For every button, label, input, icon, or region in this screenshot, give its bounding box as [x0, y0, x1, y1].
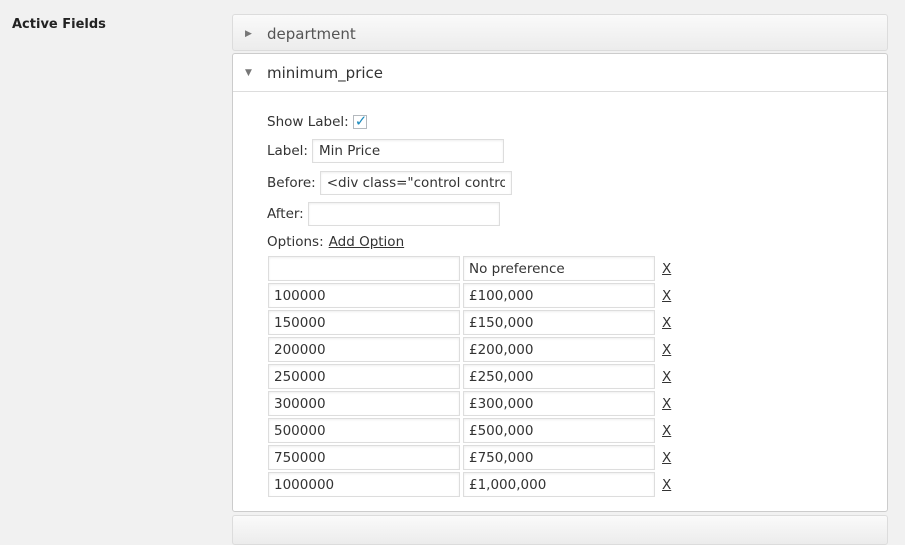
remove-option-button[interactable]: X	[662, 396, 671, 412]
before-input[interactable]	[319, 171, 512, 195]
after-input[interactable]	[307, 202, 500, 226]
panel-next-collapsed[interactable]	[232, 515, 888, 545]
remove-option-button[interactable]: X	[662, 315, 671, 331]
option-key-input[interactable]	[268, 364, 460, 389]
option-value-input[interactable]	[463, 391, 655, 416]
after-field-label: After:	[267, 206, 304, 222]
option-value-input[interactable]	[463, 337, 655, 362]
option-row: X	[268, 390, 671, 417]
caret-right-icon: ▶	[245, 28, 252, 39]
option-key-input[interactable]	[268, 310, 460, 335]
remove-option-button[interactable]: X	[662, 261, 671, 277]
panel-minimum-price: ▼ minimum_price Show Label: ✓ Label: Bef…	[232, 53, 888, 512]
option-key-input[interactable]	[268, 283, 460, 308]
option-value-input[interactable]	[463, 310, 655, 335]
before-row: Before:	[267, 171, 512, 195]
label-input[interactable]	[311, 139, 504, 163]
option-row: X	[268, 417, 671, 444]
add-option-link[interactable]: Add Option	[329, 234, 404, 250]
option-value-input[interactable]	[463, 256, 655, 281]
remove-option-button[interactable]: X	[662, 423, 671, 439]
remove-option-button[interactable]: X	[662, 288, 671, 304]
option-value-input[interactable]	[463, 445, 655, 470]
option-row: X	[268, 309, 671, 336]
options-row: Options: Add Option	[267, 234, 404, 250]
after-row: After:	[267, 202, 500, 226]
option-row: X	[268, 336, 671, 363]
option-value-input[interactable]	[463, 364, 655, 389]
panel-title: department	[267, 24, 356, 43]
show-label-label: Show Label:	[267, 114, 349, 130]
option-key-input[interactable]	[268, 472, 460, 497]
checkmark-icon: ✓	[354, 112, 368, 130]
label-row: Label:	[267, 139, 504, 163]
caret-down-icon: ▼	[245, 67, 252, 78]
option-key-input[interactable]	[268, 445, 460, 470]
option-row: X	[268, 363, 671, 390]
section-label: Active Fields	[12, 17, 106, 32]
options-label: Options:	[267, 234, 324, 250]
remove-option-button[interactable]: X	[662, 369, 671, 385]
show-label-row: Show Label: ✓	[267, 112, 368, 130]
option-key-input[interactable]	[268, 337, 460, 362]
option-key-input[interactable]	[268, 418, 460, 443]
remove-option-button[interactable]: X	[662, 477, 671, 493]
panel-title: minimum_price	[267, 63, 384, 82]
option-key-input[interactable]	[268, 256, 460, 281]
option-value-input[interactable]	[463, 283, 655, 308]
option-row: X	[268, 444, 671, 471]
option-key-input[interactable]	[268, 391, 460, 416]
panel-department[interactable]: ▶ department	[232, 14, 888, 51]
remove-option-button[interactable]: X	[662, 450, 671, 466]
panel-header-department[interactable]: ▶ department	[233, 15, 887, 52]
remove-option-button[interactable]: X	[662, 342, 671, 358]
option-value-input[interactable]	[463, 418, 655, 443]
show-label-checkbox[interactable]: ✓	[352, 112, 368, 130]
option-value-input[interactable]	[463, 472, 655, 497]
label-field-label: Label:	[267, 143, 308, 159]
before-field-label: Before:	[267, 175, 316, 191]
options-table: X X X X X X X	[268, 255, 671, 498]
option-row: X	[268, 255, 671, 282]
option-row: X	[268, 282, 671, 309]
panel-header-minimum-price[interactable]: ▼ minimum_price	[233, 54, 887, 92]
option-row: X	[268, 471, 671, 498]
